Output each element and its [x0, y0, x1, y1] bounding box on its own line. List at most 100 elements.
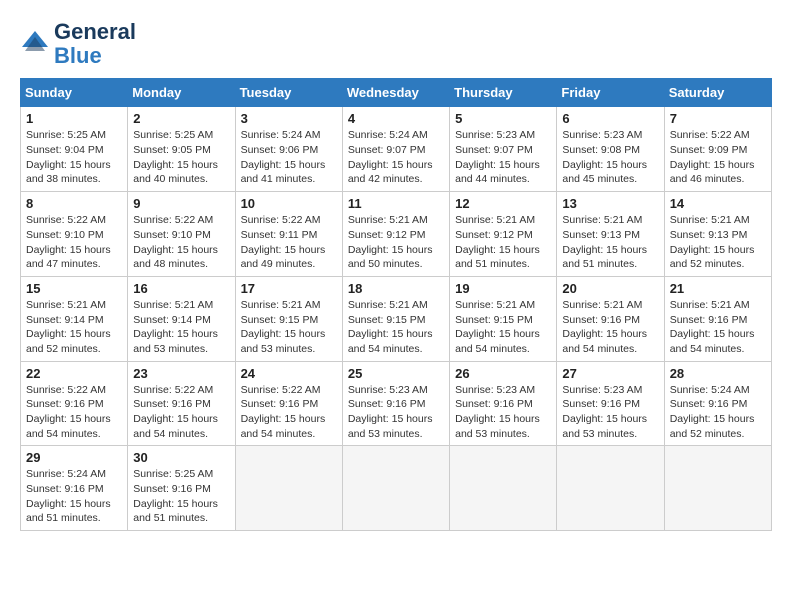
calendar-week-row: 8 Sunrise: 5:22 AM Sunset: 9:10 PM Dayli… — [21, 192, 772, 277]
day-number: 12 — [455, 196, 551, 211]
day-number: 28 — [670, 366, 766, 381]
calendar-week-row: 1 Sunrise: 5:25 AM Sunset: 9:04 PM Dayli… — [21, 107, 772, 192]
calendar-day-cell: 8 Sunrise: 5:22 AM Sunset: 9:10 PM Dayli… — [21, 192, 128, 277]
day-info: Sunrise: 5:21 AM Sunset: 9:15 PM Dayligh… — [348, 298, 444, 357]
day-number: 5 — [455, 111, 551, 126]
day-info: Sunrise: 5:21 AM Sunset: 9:14 PM Dayligh… — [26, 298, 122, 357]
calendar-body: 1 Sunrise: 5:25 AM Sunset: 9:04 PM Dayli… — [21, 107, 772, 531]
day-info: Sunrise: 5:22 AM Sunset: 9:16 PM Dayligh… — [133, 383, 229, 442]
calendar-day-cell: 24 Sunrise: 5:22 AM Sunset: 9:16 PM Dayl… — [235, 361, 342, 446]
day-info: Sunrise: 5:24 AM Sunset: 9:16 PM Dayligh… — [670, 383, 766, 442]
calendar-day-cell: 12 Sunrise: 5:21 AM Sunset: 9:12 PM Dayl… — [450, 192, 557, 277]
day-info: Sunrise: 5:25 AM Sunset: 9:04 PM Dayligh… — [26, 128, 122, 187]
day-number: 6 — [562, 111, 658, 126]
day-number: 14 — [670, 196, 766, 211]
logo: GeneralBlue — [20, 20, 136, 68]
day-number: 17 — [241, 281, 337, 296]
day-number: 20 — [562, 281, 658, 296]
day-number: 1 — [26, 111, 122, 126]
day-info: Sunrise: 5:22 AM Sunset: 9:16 PM Dayligh… — [26, 383, 122, 442]
calendar-day-cell: 16 Sunrise: 5:21 AM Sunset: 9:14 PM Dayl… — [128, 276, 235, 361]
day-info: Sunrise: 5:21 AM Sunset: 9:13 PM Dayligh… — [670, 213, 766, 272]
weekday-header-monday: Monday — [128, 79, 235, 107]
day-number: 11 — [348, 196, 444, 211]
day-number: 2 — [133, 111, 229, 126]
day-number: 23 — [133, 366, 229, 381]
calendar-week-row: 22 Sunrise: 5:22 AM Sunset: 9:16 PM Dayl… — [21, 361, 772, 446]
day-number: 7 — [670, 111, 766, 126]
day-info: Sunrise: 5:21 AM Sunset: 9:12 PM Dayligh… — [455, 213, 551, 272]
day-info: Sunrise: 5:25 AM Sunset: 9:05 PM Dayligh… — [133, 128, 229, 187]
calendar-day-cell: 2 Sunrise: 5:25 AM Sunset: 9:05 PM Dayli… — [128, 107, 235, 192]
day-number: 15 — [26, 281, 122, 296]
day-number: 27 — [562, 366, 658, 381]
day-number: 19 — [455, 281, 551, 296]
day-number: 18 — [348, 281, 444, 296]
day-number: 24 — [241, 366, 337, 381]
calendar-empty-cell — [342, 446, 449, 531]
calendar-day-cell: 26 Sunrise: 5:23 AM Sunset: 9:16 PM Dayl… — [450, 361, 557, 446]
day-info: Sunrise: 5:23 AM Sunset: 9:08 PM Dayligh… — [562, 128, 658, 187]
weekday-header-tuesday: Tuesday — [235, 79, 342, 107]
day-number: 3 — [241, 111, 337, 126]
day-info: Sunrise: 5:22 AM Sunset: 9:10 PM Dayligh… — [133, 213, 229, 272]
day-info: Sunrise: 5:21 AM Sunset: 9:15 PM Dayligh… — [241, 298, 337, 357]
calendar-empty-cell — [664, 446, 771, 531]
weekday-header-wednesday: Wednesday — [342, 79, 449, 107]
calendar-day-cell: 27 Sunrise: 5:23 AM Sunset: 9:16 PM Dayl… — [557, 361, 664, 446]
calendar-day-cell: 23 Sunrise: 5:22 AM Sunset: 9:16 PM Dayl… — [128, 361, 235, 446]
day-number: 4 — [348, 111, 444, 126]
day-info: Sunrise: 5:21 AM Sunset: 9:12 PM Dayligh… — [348, 213, 444, 272]
day-number: 10 — [241, 196, 337, 211]
weekday-header-sunday: Sunday — [21, 79, 128, 107]
calendar-day-cell: 22 Sunrise: 5:22 AM Sunset: 9:16 PM Dayl… — [21, 361, 128, 446]
calendar-day-cell: 29 Sunrise: 5:24 AM Sunset: 9:16 PM Dayl… — [21, 446, 128, 531]
day-info: Sunrise: 5:21 AM Sunset: 9:15 PM Dayligh… — [455, 298, 551, 357]
calendar-day-cell: 18 Sunrise: 5:21 AM Sunset: 9:15 PM Dayl… — [342, 276, 449, 361]
calendar-day-cell: 10 Sunrise: 5:22 AM Sunset: 9:11 PM Dayl… — [235, 192, 342, 277]
day-number: 25 — [348, 366, 444, 381]
day-info: Sunrise: 5:22 AM Sunset: 9:10 PM Dayligh… — [26, 213, 122, 272]
calendar-table: SundayMondayTuesdayWednesdayThursdayFrid… — [20, 78, 772, 531]
calendar-day-cell: 30 Sunrise: 5:25 AM Sunset: 9:16 PM Dayl… — [128, 446, 235, 531]
calendar-day-cell: 25 Sunrise: 5:23 AM Sunset: 9:16 PM Dayl… — [342, 361, 449, 446]
calendar-empty-cell — [557, 446, 664, 531]
day-number: 13 — [562, 196, 658, 211]
weekday-header-thursday: Thursday — [450, 79, 557, 107]
day-number: 16 — [133, 281, 229, 296]
calendar-empty-cell — [235, 446, 342, 531]
day-info: Sunrise: 5:23 AM Sunset: 9:16 PM Dayligh… — [562, 383, 658, 442]
day-number: 21 — [670, 281, 766, 296]
day-info: Sunrise: 5:25 AM Sunset: 9:16 PM Dayligh… — [133, 467, 229, 526]
day-number: 22 — [26, 366, 122, 381]
day-info: Sunrise: 5:24 AM Sunset: 9:06 PM Dayligh… — [241, 128, 337, 187]
day-info: Sunrise: 5:21 AM Sunset: 9:16 PM Dayligh… — [562, 298, 658, 357]
page-header: GeneralBlue — [20, 20, 772, 68]
weekday-header-friday: Friday — [557, 79, 664, 107]
day-info: Sunrise: 5:21 AM Sunset: 9:16 PM Dayligh… — [670, 298, 766, 357]
calendar-day-cell: 7 Sunrise: 5:22 AM Sunset: 9:09 PM Dayli… — [664, 107, 771, 192]
day-number: 9 — [133, 196, 229, 211]
calendar-day-cell: 14 Sunrise: 5:21 AM Sunset: 9:13 PM Dayl… — [664, 192, 771, 277]
calendar-day-cell: 1 Sunrise: 5:25 AM Sunset: 9:04 PM Dayli… — [21, 107, 128, 192]
day-info: Sunrise: 5:22 AM Sunset: 9:16 PM Dayligh… — [241, 383, 337, 442]
calendar-day-cell: 13 Sunrise: 5:21 AM Sunset: 9:13 PM Dayl… — [557, 192, 664, 277]
day-info: Sunrise: 5:23 AM Sunset: 9:16 PM Dayligh… — [455, 383, 551, 442]
weekday-header-saturday: Saturday — [664, 79, 771, 107]
day-number: 8 — [26, 196, 122, 211]
calendar-day-cell: 21 Sunrise: 5:21 AM Sunset: 9:16 PM Dayl… — [664, 276, 771, 361]
calendar-day-cell: 11 Sunrise: 5:21 AM Sunset: 9:12 PM Dayl… — [342, 192, 449, 277]
calendar-week-row: 15 Sunrise: 5:21 AM Sunset: 9:14 PM Dayl… — [21, 276, 772, 361]
calendar-day-cell: 28 Sunrise: 5:24 AM Sunset: 9:16 PM Dayl… — [664, 361, 771, 446]
day-info: Sunrise: 5:22 AM Sunset: 9:11 PM Dayligh… — [241, 213, 337, 272]
calendar-day-cell: 15 Sunrise: 5:21 AM Sunset: 9:14 PM Dayl… — [21, 276, 128, 361]
calendar-day-cell: 9 Sunrise: 5:22 AM Sunset: 9:10 PM Dayli… — [128, 192, 235, 277]
day-info: Sunrise: 5:23 AM Sunset: 9:16 PM Dayligh… — [348, 383, 444, 442]
day-number: 26 — [455, 366, 551, 381]
day-number: 30 — [133, 450, 229, 465]
logo-text: GeneralBlue — [54, 20, 136, 68]
calendar-day-cell: 5 Sunrise: 5:23 AM Sunset: 9:07 PM Dayli… — [450, 107, 557, 192]
day-info: Sunrise: 5:24 AM Sunset: 9:07 PM Dayligh… — [348, 128, 444, 187]
calendar-day-cell: 20 Sunrise: 5:21 AM Sunset: 9:16 PM Dayl… — [557, 276, 664, 361]
calendar-day-cell: 3 Sunrise: 5:24 AM Sunset: 9:06 PM Dayli… — [235, 107, 342, 192]
